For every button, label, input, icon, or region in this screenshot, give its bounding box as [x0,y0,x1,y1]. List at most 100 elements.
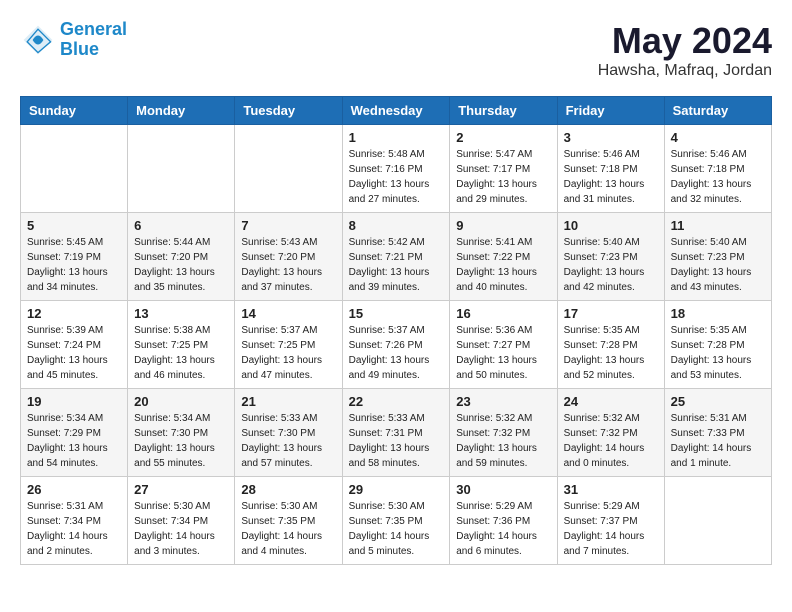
day-number: 22 [349,394,444,409]
title-block: May 2024 Hawsha, Mafraq, Jordan [598,20,772,80]
day-info: Sunrise: 5:46 AM Sunset: 7:18 PM Dayligh… [564,147,658,207]
day-info: Sunrise: 5:41 AM Sunset: 7:22 PM Dayligh… [456,235,550,295]
calendar-week-row: 1 Sunrise: 5:48 AM Sunset: 7:16 PM Daylig… [21,125,772,213]
calendar-cell: 7 Sunrise: 5:43 AM Sunset: 7:20 PM Daylig… [235,213,342,301]
weekday-header: Tuesday [235,97,342,125]
day-number: 20 [134,394,228,409]
calendar-cell: 19 Sunrise: 5:34 AM Sunset: 7:29 PM Dayli… [21,389,128,477]
calendar-cell: 27 Sunrise: 5:30 AM Sunset: 7:34 PM Dayli… [128,477,235,565]
day-number: 8 [349,218,444,233]
day-info: Sunrise: 5:35 AM Sunset: 7:28 PM Dayligh… [671,323,765,383]
day-number: 6 [134,218,228,233]
day-info: Sunrise: 5:48 AM Sunset: 7:16 PM Dayligh… [349,147,444,207]
calendar-cell: 15 Sunrise: 5:37 AM Sunset: 7:26 PM Dayli… [342,301,450,389]
calendar-week-row: 26 Sunrise: 5:31 AM Sunset: 7:34 PM Dayli… [21,477,772,565]
day-info: Sunrise: 5:39 AM Sunset: 7:24 PM Dayligh… [27,323,121,383]
day-number: 18 [671,306,765,321]
day-info: Sunrise: 5:33 AM Sunset: 7:31 PM Dayligh… [349,411,444,471]
calendar-cell [21,125,128,213]
day-info: Sunrise: 5:38 AM Sunset: 7:25 PM Dayligh… [134,323,228,383]
day-number: 10 [564,218,658,233]
day-number: 28 [241,482,335,497]
logo: General Blue [20,20,127,60]
logo-line2: Blue [60,39,99,59]
day-info: Sunrise: 5:36 AM Sunset: 7:27 PM Dayligh… [456,323,550,383]
day-number: 30 [456,482,550,497]
calendar-cell: 28 Sunrise: 5:30 AM Sunset: 7:35 PM Dayli… [235,477,342,565]
day-info: Sunrise: 5:30 AM Sunset: 7:35 PM Dayligh… [241,499,335,559]
day-info: Sunrise: 5:32 AM Sunset: 7:32 PM Dayligh… [564,411,658,471]
day-number: 9 [456,218,550,233]
day-number: 14 [241,306,335,321]
day-number: 24 [564,394,658,409]
calendar-cell [128,125,235,213]
calendar-cell: 17Sunrise: 5:35 AM Sunset: 7:28 PM Dayli… [557,301,664,389]
day-number: 7 [241,218,335,233]
weekday-header-row: SundayMondayTuesdayWednesdayThursdayFrid… [21,97,772,125]
weekday-header: Saturday [664,97,771,125]
calendar-cell: 1 Sunrise: 5:48 AM Sunset: 7:16 PM Daylig… [342,125,450,213]
calendar-cell: 25Sunrise: 5:31 AM Sunset: 7:33 PM Dayli… [664,389,771,477]
calendar-cell: 16Sunrise: 5:36 AM Sunset: 7:27 PM Dayli… [450,301,557,389]
calendar-cell: 24 Sunrise: 5:32 AM Sunset: 7:32 PM Dayli… [557,389,664,477]
calendar: SundayMondayTuesdayWednesdayThursdayFrid… [20,96,772,565]
day-number: 31 [564,482,658,497]
day-info: Sunrise: 5:42 AM Sunset: 7:21 PM Dayligh… [349,235,444,295]
day-number: 15 [349,306,444,321]
day-info: Sunrise: 5:29 AM Sunset: 7:37 PM Dayligh… [564,499,658,559]
logo-icon [20,22,56,58]
day-number: 3 [564,130,658,145]
day-number: 26 [27,482,121,497]
calendar-cell: 20Sunrise: 5:34 AM Sunset: 7:30 PM Dayli… [128,389,235,477]
month-title: May 2024 [598,20,772,62]
day-number: 5 [27,218,121,233]
calendar-cell: 29Sunrise: 5:30 AM Sunset: 7:35 PM Dayli… [342,477,450,565]
calendar-cell: 21Sunrise: 5:33 AM Sunset: 7:30 PM Dayli… [235,389,342,477]
calendar-cell: 22 Sunrise: 5:33 AM Sunset: 7:31 PM Dayli… [342,389,450,477]
day-number: 19 [27,394,121,409]
day-number: 11 [671,218,765,233]
weekday-header: Sunday [21,97,128,125]
calendar-cell: 30 Sunrise: 5:29 AM Sunset: 7:36 PM Dayli… [450,477,557,565]
weekday-header: Wednesday [342,97,450,125]
day-number: 1 [349,130,444,145]
day-info: Sunrise: 5:37 AM Sunset: 7:26 PM Dayligh… [349,323,444,383]
calendar-cell: 2 Sunrise: 5:47 AM Sunset: 7:17 PM Daylig… [450,125,557,213]
day-number: 27 [134,482,228,497]
weekday-header: Monday [128,97,235,125]
day-info: Sunrise: 5:45 AM Sunset: 7:19 PM Dayligh… [27,235,121,295]
weekday-header: Friday [557,97,664,125]
calendar-cell: 8 Sunrise: 5:42 AM Sunset: 7:21 PM Daylig… [342,213,450,301]
calendar-cell: 13 Sunrise: 5:38 AM Sunset: 7:25 PM Dayli… [128,301,235,389]
page-header: General Blue May 2024 Hawsha, Mafraq, Jo… [20,20,772,80]
day-number: 17 [564,306,658,321]
calendar-cell: 10 Sunrise: 5:40 AM Sunset: 7:23 PM Dayli… [557,213,664,301]
day-info: Sunrise: 5:47 AM Sunset: 7:17 PM Dayligh… [456,147,550,207]
day-info: Sunrise: 5:40 AM Sunset: 7:23 PM Dayligh… [564,235,658,295]
day-number: 4 [671,130,765,145]
day-info: Sunrise: 5:31 AM Sunset: 7:34 PM Dayligh… [27,499,121,559]
logo-line1: General [60,19,127,39]
calendar-cell: 26 Sunrise: 5:31 AM Sunset: 7:34 PM Dayli… [21,477,128,565]
day-info: Sunrise: 5:43 AM Sunset: 7:20 PM Dayligh… [241,235,335,295]
calendar-cell [664,477,771,565]
day-info: Sunrise: 5:34 AM Sunset: 7:29 PM Dayligh… [27,411,121,471]
calendar-cell: 5 Sunrise: 5:45 AM Sunset: 7:19 PM Daylig… [21,213,128,301]
day-info: Sunrise: 5:40 AM Sunset: 7:23 PM Dayligh… [671,235,765,295]
day-number: 25 [671,394,765,409]
calendar-cell: 9 Sunrise: 5:41 AM Sunset: 7:22 PM Daylig… [450,213,557,301]
calendar-week-row: 5 Sunrise: 5:45 AM Sunset: 7:19 PM Daylig… [21,213,772,301]
calendar-cell: 11 Sunrise: 5:40 AM Sunset: 7:23 PM Dayli… [664,213,771,301]
day-info: Sunrise: 5:29 AM Sunset: 7:36 PM Dayligh… [456,499,550,559]
day-number: 13 [134,306,228,321]
location: Hawsha, Mafraq, Jordan [598,62,772,80]
calendar-week-row: 19 Sunrise: 5:34 AM Sunset: 7:29 PM Dayli… [21,389,772,477]
day-number: 2 [456,130,550,145]
day-info: Sunrise: 5:30 AM Sunset: 7:34 PM Dayligh… [134,499,228,559]
calendar-cell: 18 Sunrise: 5:35 AM Sunset: 7:28 PM Dayli… [664,301,771,389]
day-info: Sunrise: 5:30 AM Sunset: 7:35 PM Dayligh… [349,499,444,559]
calendar-week-row: 12Sunrise: 5:39 AM Sunset: 7:24 PM Dayli… [21,301,772,389]
day-info: Sunrise: 5:33 AM Sunset: 7:30 PM Dayligh… [241,411,335,471]
calendar-cell: 14Sunrise: 5:37 AM Sunset: 7:25 PM Dayli… [235,301,342,389]
day-info: Sunrise: 5:44 AM Sunset: 7:20 PM Dayligh… [134,235,228,295]
